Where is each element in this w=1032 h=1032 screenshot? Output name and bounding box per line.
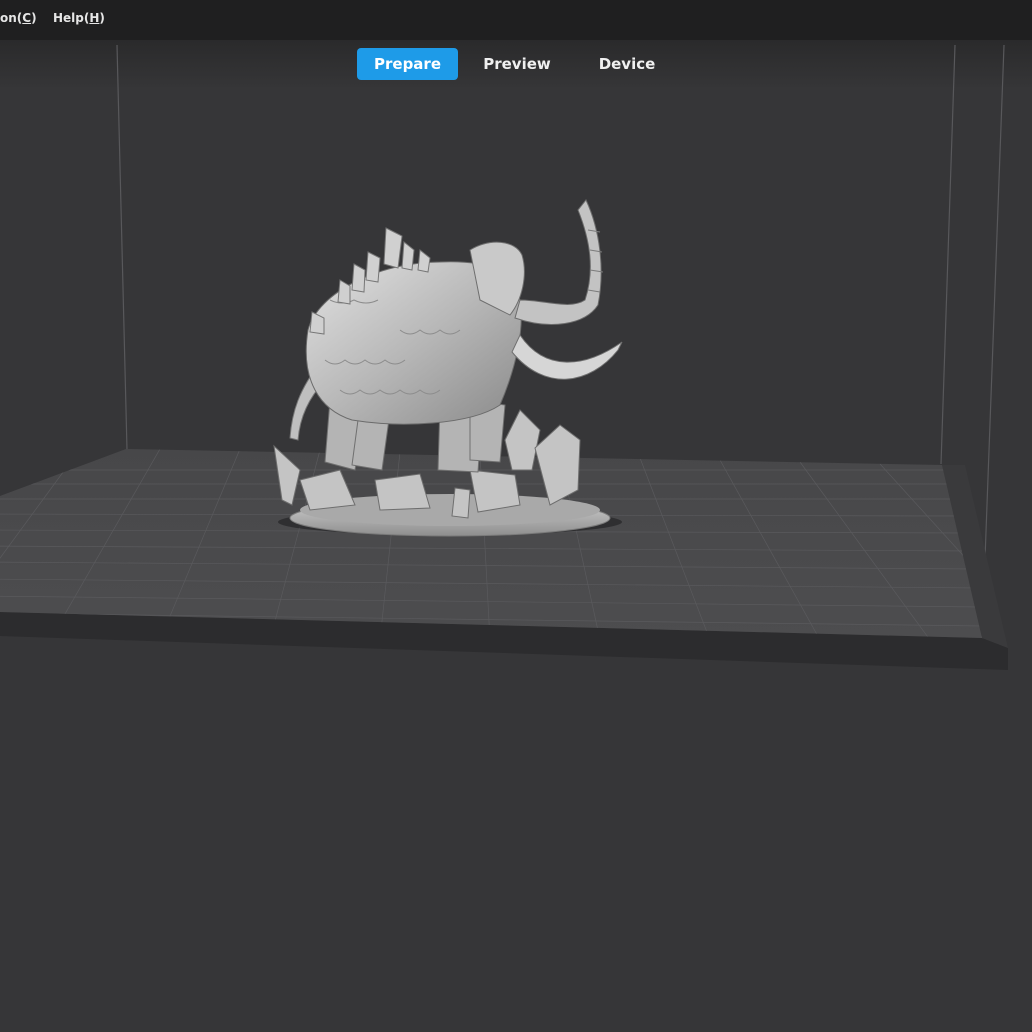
menu-item-connection[interactable]: on(C)	[0, 11, 37, 25]
tab-prepare[interactable]: Prepare	[357, 48, 458, 80]
menu-bar: on(C) Help(H)	[0, 0, 1032, 40]
menu-item-help[interactable]: Help(H)	[53, 11, 105, 25]
menu-label-suffix: )	[99, 11, 105, 25]
tab-preview[interactable]: Preview	[467, 48, 567, 80]
menu-label-prefix: on(	[0, 11, 23, 25]
menu-label-suffix: )	[31, 11, 37, 25]
tab-device[interactable]: Device	[577, 48, 677, 80]
menu-accelerator: H	[89, 11, 100, 25]
3d-viewport[interactable]	[0, 0, 1032, 1032]
menu-label-prefix: Help(	[53, 11, 90, 25]
menu-accelerator: C	[22, 11, 32, 25]
